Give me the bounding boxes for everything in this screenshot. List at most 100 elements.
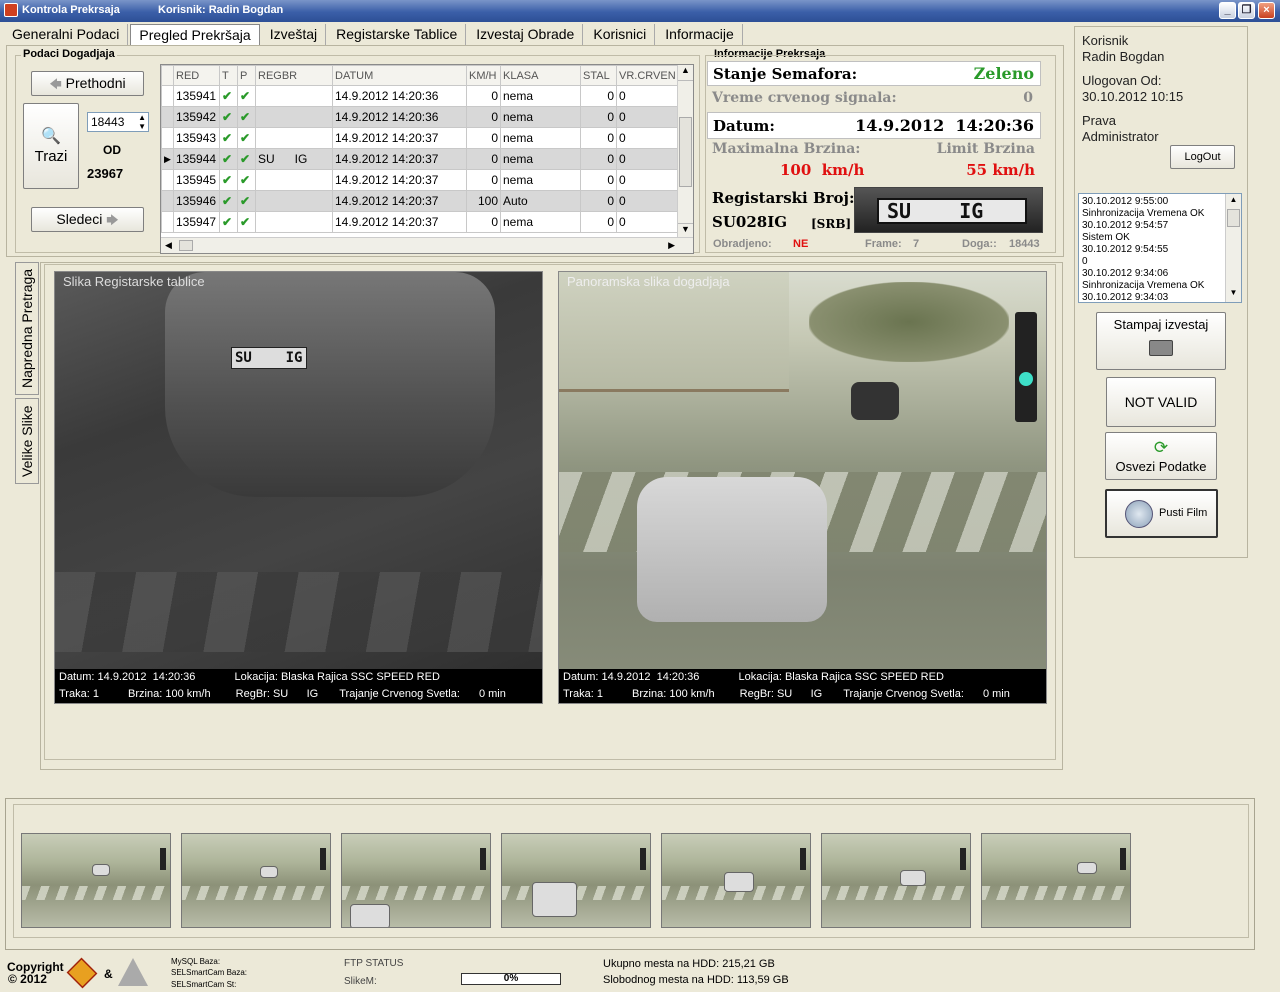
not-valid-button[interactable]: NOT VALID (1106, 377, 1216, 427)
log-entry: Sinhronizacija Vremena OK (1082, 280, 1205, 291)
col-red[interactable]: RED (173, 65, 220, 86)
log-list[interactable]: 30.10.2012 9:55:00 Sinhronizacija Vremena… (1078, 193, 1242, 303)
cell-t-check: ✔ (219, 190, 238, 212)
cell-regbr (255, 85, 333, 107)
cell-red: 135943 (173, 127, 220, 149)
minimize-icon[interactable]: _ (1219, 2, 1236, 19)
logged-label: Ulogovan Od: (1082, 73, 1162, 88)
close-icon[interactable]: × (1258, 2, 1275, 19)
cell-regbr (255, 211, 333, 233)
table-row[interactable]: 135942 ✔ ✔ 14.9.2012 14:20:36 0 nema 0 0 (161, 106, 680, 128)
table-row[interactable]: ▶ 135944 ✔ ✔ SU IG 14.9.2012 14:20:37 0 nema 0 0 (161, 148, 680, 170)
print-report-button[interactable]: Stampaj izvestaj (1096, 312, 1226, 370)
tab-korisnici[interactable]: Korisnici (585, 24, 656, 45)
cell-t-check: ✔ (219, 148, 238, 170)
cap2-loc: Blaska Rajica SSC SPEED RED (784, 671, 944, 683)
restore-icon[interactable]: ❐ (1238, 2, 1255, 19)
col-kmh[interactable]: KM/H (466, 65, 501, 86)
col-klasa[interactable]: KLASA (500, 65, 581, 86)
col-t[interactable]: T (219, 65, 238, 86)
window-user-title: Korisnik: Radin Bogdan (158, 4, 284, 16)
cell-datum: 14.9.2012 14:20:37 (332, 211, 467, 233)
play-film-button[interactable]: Pusti Film (1105, 489, 1218, 538)
doga-value: 18443 (1009, 238, 1040, 250)
filmstrip-thumbnail[interactable] (981, 833, 1131, 928)
reg-country: [SRB] (811, 217, 852, 231)
cap2-lane-label: Traka: (563, 688, 594, 700)
table-row[interactable]: 135945 ✔ ✔ 14.9.2012 14:20:37 0 nema 0 0 (161, 169, 680, 191)
main-tabs: Generalni Podaci Pregled Prekršaja Izveš… (4, 24, 745, 47)
row-indicator (161, 169, 174, 191)
filmstrip-thumbnail[interactable] (341, 833, 491, 928)
events-grid[interactable]: RED T P REGBR DATUM KM/H KLASA STAL VR.C… (160, 64, 694, 254)
scroll-right-icon[interactable]: ▶ (668, 240, 675, 251)
col-vrcrven[interactable]: VR.CRVEN (616, 65, 680, 86)
check-icon: ✔ (240, 215, 251, 229)
grid-vertical-scrollbar[interactable]: ▲ ▼ (677, 65, 693, 239)
table-row[interactable]: 135941 ✔ ✔ 14.9.2012 14:20:36 0 nema 0 0 (161, 85, 680, 107)
semafor-box: Stanje Semafora: Zeleno (707, 61, 1041, 86)
next-button[interactable]: Sledeci 🡆 (31, 207, 144, 232)
logout-button[interactable]: LogOut (1170, 145, 1235, 169)
log-scroll-down-icon[interactable]: ▼ (1226, 287, 1241, 302)
tab-informacije[interactable]: Informacije (657, 24, 743, 45)
log-scrollbar[interactable]: ▲ ▼ (1225, 194, 1241, 302)
check-icon: ✔ (240, 89, 251, 103)
refresh-button-label: Osvezi Podatke (1115, 459, 1207, 474)
app-icon (4, 3, 18, 17)
stepper-arrows-icon[interactable]: ▲ ▼ (138, 113, 146, 131)
cell-datum: 14.9.2012 14:20:37 (332, 127, 467, 149)
filmstrip-thumbnail[interactable] (821, 833, 971, 928)
cell-datum: 14.9.2012 14:20:37 (332, 148, 467, 170)
table-row[interactable]: 135946 ✔ ✔ 14.9.2012 14:20:37 100 Auto 0 0 (161, 190, 680, 212)
processing-status: Obradjeno: NE Frame: 7 Doga:: 18443 (707, 237, 1052, 253)
cell-stal: 0 (580, 211, 617, 233)
prev-button[interactable]: 🡄 Prethodni (31, 71, 144, 96)
arrow-left-icon: 🡄 (49, 77, 62, 91)
cell-regbr (255, 127, 333, 149)
scroll-up-icon[interactable]: ▲ (678, 65, 693, 81)
filmstrip-thumbnail[interactable] (501, 833, 651, 928)
col-datum[interactable]: DATUM (332, 65, 467, 86)
search-button[interactable]: 🔍 Trazi (23, 103, 79, 189)
table-row[interactable]: 135943 ✔ ✔ 14.9.2012 14:20:37 0 nema 0 0 (161, 127, 680, 149)
filmstrip-thumbnail[interactable] (21, 833, 171, 928)
cap2-date: 14.9.2012 14:20:36 (601, 671, 700, 683)
mysql-status: MySQL Baza: (171, 957, 221, 966)
cell-kmh: 0 (466, 85, 501, 107)
tab-generalni-podaci[interactable]: Generalni Podaci (4, 24, 129, 45)
col-stal[interactable]: STAL (580, 65, 617, 86)
tab-napredna-pretraga[interactable]: Napredna Pretraga (15, 262, 39, 395)
scroll-thumb[interactable] (679, 117, 692, 187)
tab-registarske-tablice[interactable]: Registarske Tablice (328, 24, 467, 45)
cell-klasa: nema (500, 85, 581, 107)
panoramic-image[interactable]: Panoramska slika dogadjaja Datum: 14.9.2… (558, 271, 1047, 704)
col-p[interactable]: P (237, 65, 256, 86)
tab-izvestaj[interactable]: Izveštaj (262, 24, 327, 45)
log-scroll-thumb[interactable] (1227, 209, 1240, 227)
refresh-button[interactable]: ⟳ Osvezi Podatke (1105, 432, 1217, 480)
log-entry: Sinhronizacija Vremena OK (1082, 208, 1205, 219)
scroll-left-icon[interactable]: ◀ (165, 240, 172, 251)
filmstrip-thumbnail[interactable] (661, 833, 811, 928)
cell-red: 135941 (173, 85, 220, 107)
cap2-reg: SU IG (776, 688, 823, 700)
tab-velike-slike[interactable]: Velike Slike (15, 398, 39, 484)
grid-horizontal-scrollbar[interactable]: ◀ ▶ (161, 237, 693, 253)
log-scroll-up-icon[interactable]: ▲ (1226, 194, 1241, 209)
reg-box: Registarski Broj: SU028IG [SRB] SU IG (707, 185, 1043, 237)
row-indicator (161, 190, 174, 212)
scroll-hthumb[interactable] (179, 240, 193, 251)
table-row[interactable]: 135947 ✔ ✔ 14.9.2012 14:20:37 0 nema 0 0 (161, 211, 680, 233)
tab-izvestaj-obrade[interactable]: Izvestaj Obrade (468, 24, 584, 45)
tab-pregled-prekrsaja[interactable]: Pregled Prekršaja (130, 24, 260, 47)
cell-klasa: nema (500, 211, 581, 233)
event-number-stepper[interactable]: 18443 ▲ ▼ (87, 112, 149, 132)
col-regbr[interactable]: REGBR (255, 65, 333, 86)
cell-kmh: 0 (466, 148, 501, 170)
cell-p-check: ✔ (237, 127, 256, 149)
hdd-free: Slobodnog mesta na HDD: 113,59 GB (603, 974, 789, 986)
plate-image[interactable]: SU IG Slika Registarske tablice Datum: 1… (54, 271, 543, 704)
thumb-traffic-light-icon (960, 848, 966, 870)
filmstrip-thumbnail[interactable] (181, 833, 331, 928)
